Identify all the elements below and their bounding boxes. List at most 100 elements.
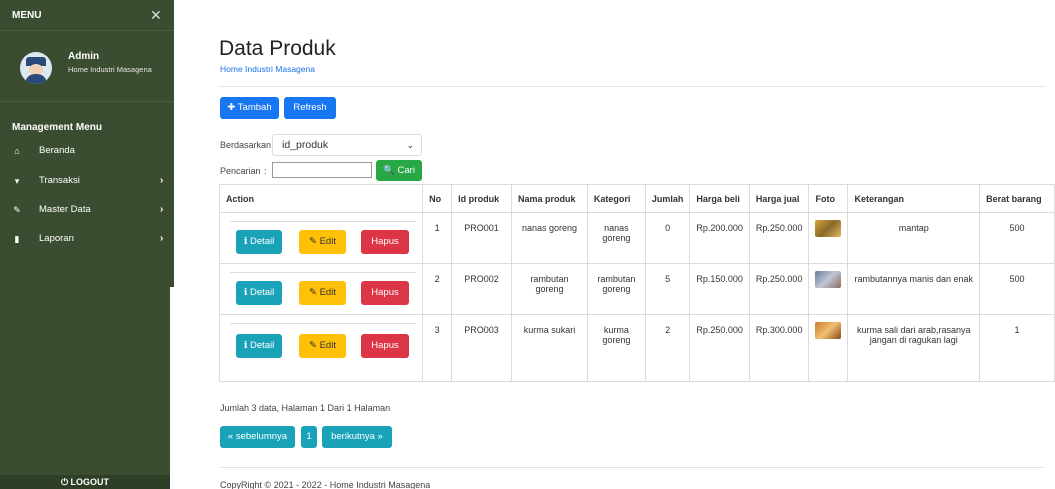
cell-harga-jual: Rp.250.000 [748,212,810,264]
search-button[interactable]: 🔍 Cari [376,160,422,181]
cell-kategori: kurma goreng [586,314,646,382]
column-header: Action [218,184,424,213]
cell-keterangan: kurma sali dari arab,rasanya jangan di r… [847,314,981,382]
column-header: Id produk [451,184,513,213]
column-header: Nama produk [511,184,588,213]
column-header: Harga jual [748,184,810,213]
cell-jumlah: 2 [644,314,691,382]
close-icon[interactable]: ✕ [150,7,162,24]
pagination-page-button[interactable]: 1 [301,426,317,448]
cell-keterangan: rambutannya manis dan enak [847,263,981,315]
cart-icon: ▾ [14,176,20,186]
column-header: Jumlah [644,184,691,213]
cell-harga-beli: Rp.250.000 [689,314,750,382]
sidebar-item-label: Transaksi [39,175,80,186]
cell-id: PRO002 [451,263,513,315]
cell-harga-beli: Rp.200.000 [689,212,750,264]
action-cell: ℹ Detail ✎ Edit Hapus [218,212,424,264]
cell-keterangan: mantap [847,212,981,264]
table-row: ℹ Detail ✎ Edit Hapus 1 PRO001 nanas gor… [218,212,1055,264]
chevron-right-icon: › [160,175,164,186]
sidebar-panel-bottom [0,287,170,489]
cell-berat: 1 [979,314,1055,382]
product-photo-icon[interactable] [815,322,842,339]
table-summary: Jumlah 3 data, Halaman 1 Dari 1 Halaman [220,403,391,413]
cell-jumlah: 5 [644,263,691,315]
cell-id: PRO003 [451,314,513,382]
detail-button[interactable]: ℹ Detail [236,230,282,254]
add-button[interactable]: ✚ Tambah [220,97,279,119]
cell-no: 1 [422,212,453,264]
footer-divider [219,467,1045,468]
edit-button[interactable]: ✎ Edit [299,230,346,254]
delete-button[interactable]: Hapus [361,281,409,305]
product-photo-icon[interactable] [815,271,842,288]
footer-copyright: CopyRight © 2021 - 2022 - Home Industri … [220,480,431,489]
pagination-next-button[interactable]: berikutnya » [322,426,392,448]
sidebar-section-title: Management Menu [12,122,103,133]
search-separator: : [264,166,267,176]
cell-no: 3 [422,314,453,382]
chevron-down-icon: ⌄ [406,140,414,150]
column-header: Berat barang [979,184,1055,213]
user-name: Admin [68,51,100,62]
cell-harga-beli: Rp.150.000 [689,263,750,315]
breadcrumb[interactable]: Home Industri Masagena [220,64,315,74]
search-input[interactable] [272,162,372,178]
divider [219,86,1045,87]
user-panel: Admin Home Industri Masagena [0,30,174,102]
home-icon: ⌂ [14,146,20,156]
sidebar-item-beranda[interactable]: ⌂ Beranda [12,144,172,162]
filter-by-label: Berdasarkan : [220,140,277,150]
cell-berat: 500 [979,263,1055,315]
sidebar-item-label: Beranda [39,145,75,156]
cell-nama: nanas goreng [511,212,588,264]
sidebar-item-label: Laporan [39,233,74,244]
delete-button[interactable]: Hapus [361,230,409,254]
cell-foto [808,314,849,382]
action-cell: ℹ Detail ✎ Edit Hapus [218,263,424,315]
page-title: Data Produk [219,37,336,60]
action-cell: ℹ Detail ✎ Edit Hapus [218,314,424,382]
logout-button[interactable]: ⏻ LOGOUT [0,475,170,489]
filter-by-value: id_produk [282,139,329,151]
chevron-right-icon: › [160,233,164,244]
column-header: Keterangan [847,184,981,213]
edit-icon: ✎ [13,205,21,215]
cell-jumlah: 0 [644,212,691,264]
avatar [20,52,52,84]
cell-harga-jual: Rp.300.000 [748,314,810,382]
sidebar-item-laporan[interactable]: ▮ Laporan › [12,232,172,250]
refresh-button[interactable]: Refresh [284,97,336,119]
column-header: Foto [808,184,849,213]
filter-by-select[interactable]: id_produk ⌄ [272,134,422,156]
product-photo-icon[interactable] [815,220,842,237]
search-label: Pencarian [220,166,261,176]
column-header: No [422,184,453,213]
edit-button[interactable]: ✎ Edit [299,281,346,305]
file-icon: ▮ [14,234,20,244]
edit-button[interactable]: ✎ Edit [299,334,346,358]
sidebar-menu-title: MENU [12,10,42,21]
column-header: Harga beli [689,184,750,213]
detail-button[interactable]: ℹ Detail [236,281,282,305]
sidebar-item-transaksi[interactable]: ▾ Transaksi › [12,174,172,192]
cell-no: 2 [422,263,453,315]
column-header: Kategori [586,184,646,213]
cell-foto [808,263,849,315]
detail-button[interactable]: ℹ Detail [236,334,282,358]
user-subtitle: Home Industri Masagena [68,65,152,74]
cell-harga-jual: Rp.250.000 [748,263,810,315]
delete-button[interactable]: Hapus [361,334,409,358]
pagination-prev-button[interactable]: « sebelumnya [220,426,295,448]
sidebar-item-label: Master Data [39,204,91,215]
cell-foto [808,212,849,264]
table-row: ℹ Detail ✎ Edit Hapus 2 PRO002 rambutan … [218,263,1055,315]
cell-nama: rambutan goreng [511,263,588,315]
table-header-row: Action No Id produk Nama produk Kategori… [218,184,1055,213]
table-row: ℹ Detail ✎ Edit Hapus 3 PRO003 kurma suk… [218,314,1055,382]
sidebar: MENU ✕ Admin Home Industri Masagena Mana… [0,0,174,489]
product-table: Action No Id produk Nama produk Kategori… [218,184,1055,382]
sidebar-item-master-data[interactable]: ✎ Master Data › [12,203,172,221]
cell-kategori: rambutan goreng [586,263,646,315]
